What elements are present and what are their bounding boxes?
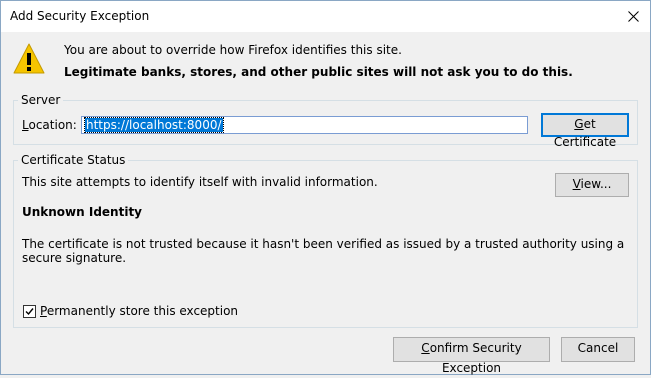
confirm-security-exception-button[interactable]: Confirm Security Exception <box>393 337 550 375</box>
confirm-button-label: onfirm Security Exception <box>429 341 522 375</box>
server-legend: Server <box>18 93 64 107</box>
checkmark-icon <box>25 307 34 315</box>
title-bar: Add Security Exception <box>1 1 650 32</box>
view-button[interactable]: View... <box>555 173 629 197</box>
intro-warning-text: Legitimate banks, stores, and other publ… <box>64 65 573 79</box>
intro-text: You are about to override how Firefox id… <box>64 43 402 57</box>
close-icon <box>627 10 639 22</box>
warning-icon <box>13 43 45 74</box>
close-button[interactable] <box>622 6 644 26</box>
location-input[interactable]: https://localhost:8000/ <box>81 116 528 134</box>
location-label-rest: ocation: <box>28 118 77 132</box>
get-certificate-button[interactable]: Get Certificate <box>541 113 629 149</box>
location-value: https://localhost:8000/ <box>84 117 224 133</box>
cancel-button[interactable]: Cancel <box>561 337 635 362</box>
permanent-store-checkbox[interactable] <box>23 304 36 318</box>
permanent-store-label: Permanently store this exception <box>40 304 239 318</box>
certificate-status-legend: Certificate Status <box>18 153 129 167</box>
location-label: Location: <box>22 118 77 132</box>
window-title: Add Security Exception <box>10 9 150 23</box>
dialog-window: Add Security Exception You are about to … <box>0 0 651 375</box>
view-button-label: iew... <box>580 177 612 191</box>
permanent-store-row[interactable]: Permanently store this exception <box>23 304 238 318</box>
status-text: This site attempts to identify itself wi… <box>22 175 378 189</box>
identity-heading: Unknown Identity <box>22 205 143 219</box>
get-certificate-label: et Certificate <box>553 117 617 149</box>
certificate-description: The certificate is not trusted because i… <box>22 237 625 265</box>
